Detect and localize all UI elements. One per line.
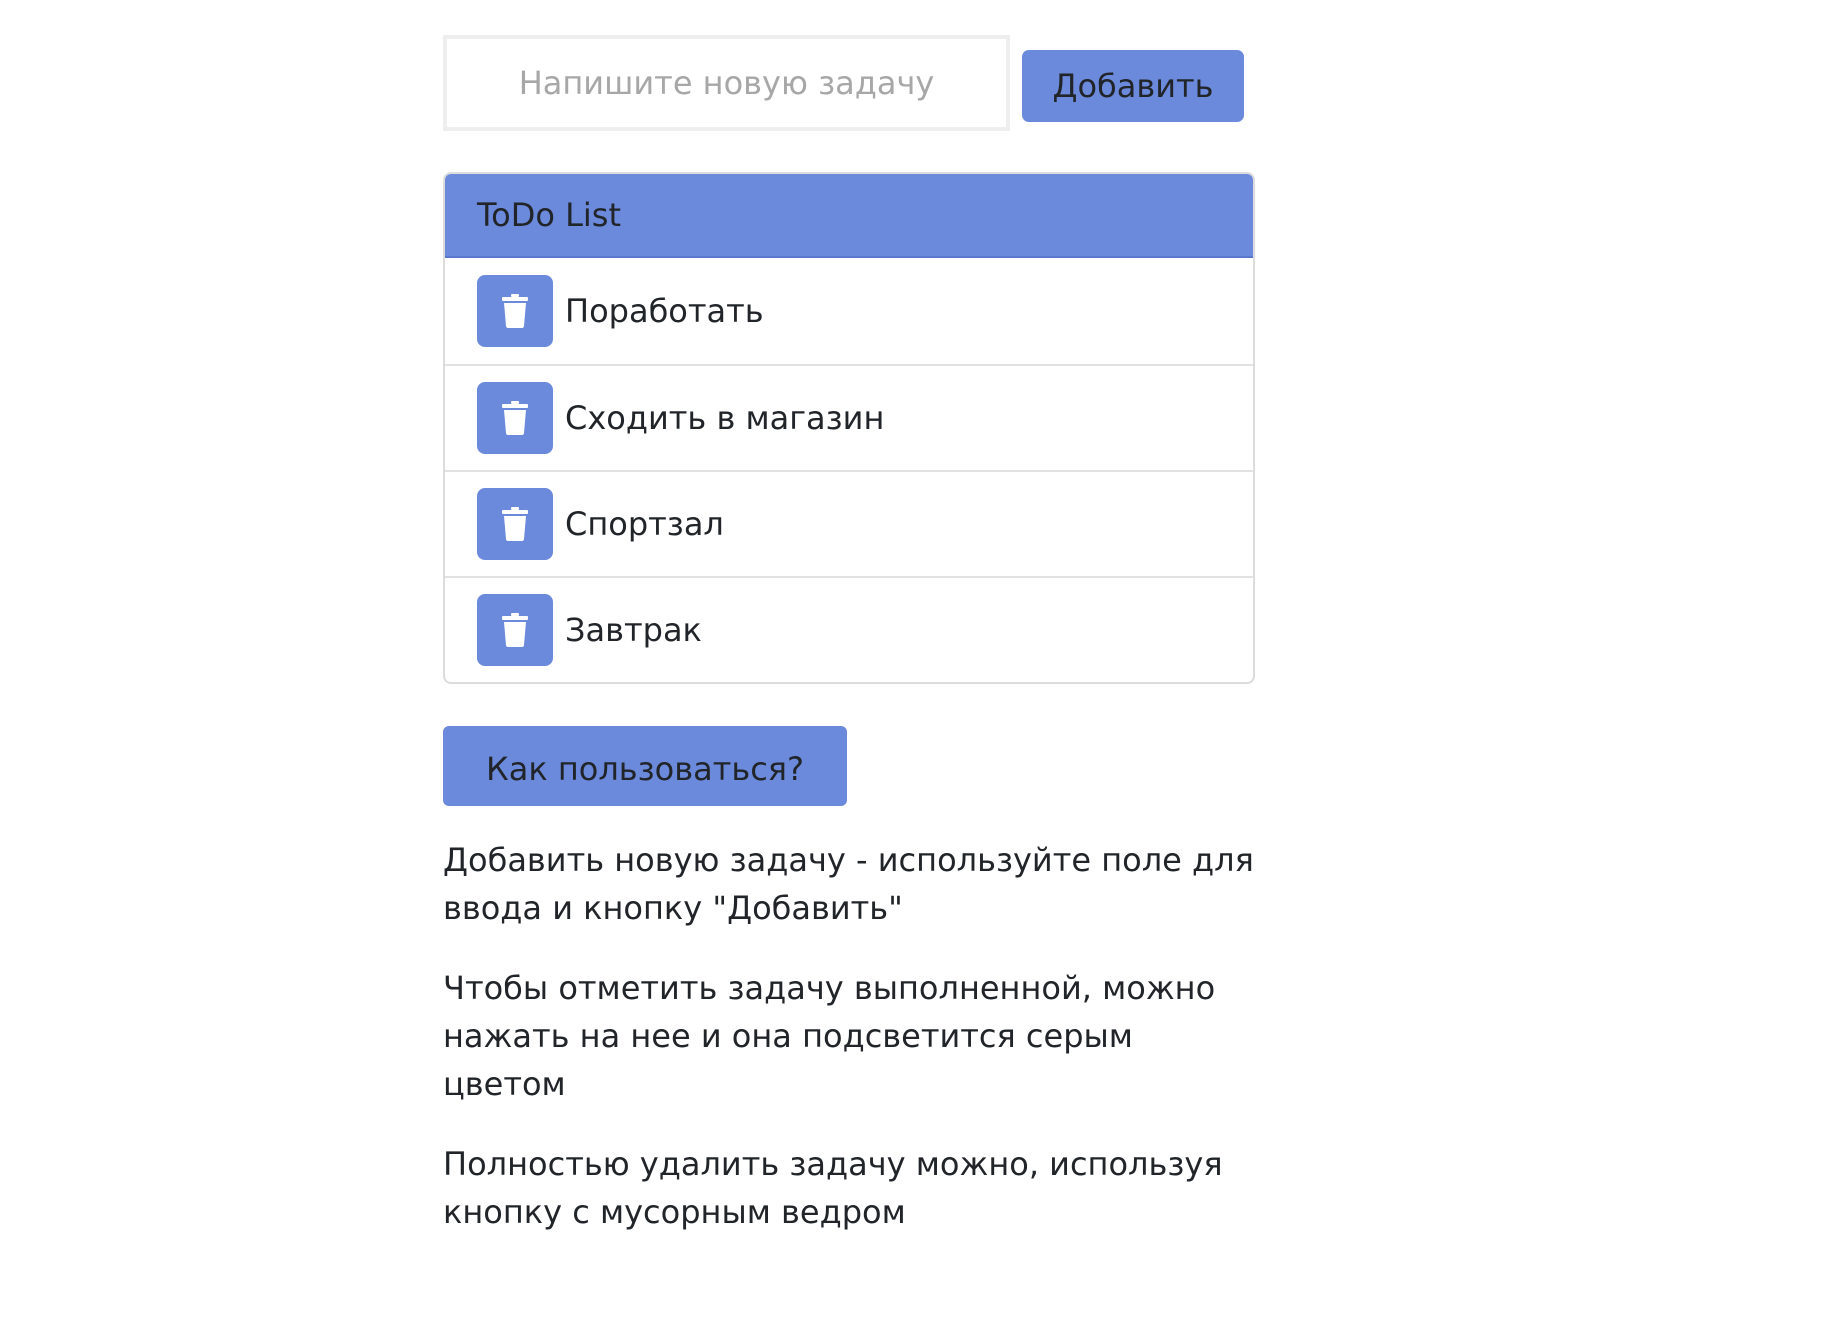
todo-item[interactable]: Спортзал (445, 470, 1253, 576)
todo-item-text: Завтрак (565, 611, 702, 649)
todo-list: Поработать Сходить в магазин Спортзал За… (445, 258, 1253, 682)
delete-task-button[interactable] (477, 382, 553, 454)
add-task-form: Добавить (443, 35, 1255, 131)
todo-list-title: ToDo List (445, 174, 1253, 258)
help-paragraph-delete: Полностью удалить задачу можно, использу… (443, 1145, 1223, 1231)
trash-icon (502, 613, 528, 647)
how-to-use-button[interactable]: Как пользоваться? (443, 726, 847, 806)
help-paragraph-add: Добавить новую задачу - используйте поле… (443, 841, 1254, 927)
todo-item[interactable]: Завтрак (445, 576, 1253, 682)
help-paragraph-complete: Чтобы отметить задачу выполненной, можно… (443, 969, 1216, 1103)
todo-item-text: Сходить в магазин (565, 399, 885, 437)
todo-app: Добавить ToDo List Поработать (443, 35, 1255, 1268)
trash-icon (502, 507, 528, 541)
delete-task-button[interactable] (477, 594, 553, 666)
todo-list-card: ToDo List Поработать Сходить в магазин С… (443, 172, 1255, 684)
help-text: Добавить новую задачу - используйте поле… (443, 836, 1255, 1236)
trash-icon (502, 401, 528, 435)
add-task-button[interactable]: Добавить (1022, 50, 1244, 122)
delete-task-button[interactable] (477, 275, 553, 347)
todo-item[interactable]: Поработать (445, 258, 1253, 364)
trash-icon (502, 294, 528, 328)
todo-item-text: Спортзал (565, 505, 724, 543)
todo-item-text: Поработать (565, 292, 764, 330)
delete-task-button[interactable] (477, 488, 553, 560)
todo-item[interactable]: Сходить в магазин (445, 364, 1253, 470)
new-task-input[interactable] (443, 35, 1010, 131)
